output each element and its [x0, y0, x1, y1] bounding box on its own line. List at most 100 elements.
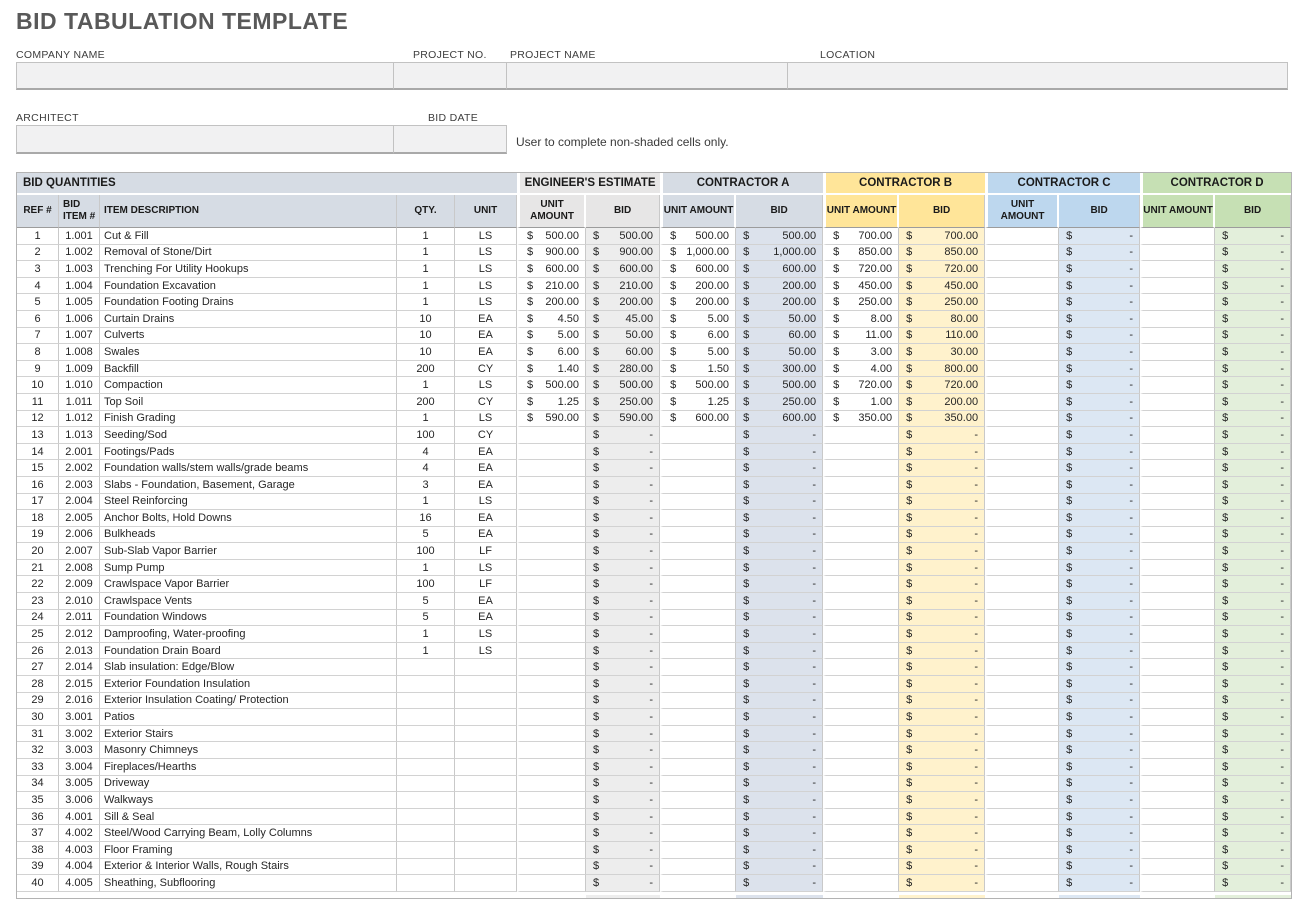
cc-unit-amount-cell[interactable]: [985, 726, 1059, 743]
ca-unit-amount-cell[interactable]: $5.00: [660, 344, 736, 361]
cd-unit-amount-cell[interactable]: [1140, 328, 1215, 345]
ca-unit-amount-cell[interactable]: $200.00: [660, 278, 736, 295]
cd-unit-amount-cell[interactable]: [1140, 693, 1215, 710]
ee-unit-amount-cell[interactable]: [517, 460, 586, 477]
ee-unit-amount-cell[interactable]: [517, 693, 586, 710]
ca-unit-amount-cell[interactable]: $600.00: [660, 261, 736, 278]
cd-unit-amount-cell[interactable]: [1140, 344, 1215, 361]
cd-unit-amount-cell[interactable]: [1140, 792, 1215, 809]
cb-unit-amount-cell[interactable]: [823, 527, 899, 544]
ca-unit-amount-cell[interactable]: [660, 859, 736, 876]
ee-unit-amount-cell[interactable]: [517, 593, 586, 610]
cd-unit-amount-cell[interactable]: [1140, 576, 1215, 593]
ca-unit-amount-cell[interactable]: [660, 427, 736, 444]
cc-unit-amount-cell[interactable]: [985, 328, 1059, 345]
ee-unit-amount-cell[interactable]: $500.00: [517, 228, 586, 245]
ee-unit-amount-cell[interactable]: $500.00: [517, 377, 586, 394]
ca-unit-amount-cell[interactable]: [660, 527, 736, 544]
cb-unit-amount-cell[interactable]: [823, 709, 899, 726]
ee-unit-amount-cell[interactable]: $600.00: [517, 261, 586, 278]
ca-unit-amount-cell[interactable]: $1,000.00: [660, 245, 736, 262]
ee-unit-amount-cell[interactable]: [517, 610, 586, 627]
cb-unit-amount-cell[interactable]: $1.00: [823, 394, 899, 411]
cd-unit-amount-cell[interactable]: [1140, 643, 1215, 660]
cc-unit-amount-cell[interactable]: [985, 643, 1059, 660]
ca-unit-amount-cell[interactable]: [660, 709, 736, 726]
company-name-input[interactable]: [16, 62, 394, 90]
cd-unit-amount-cell[interactable]: [1140, 742, 1215, 759]
ee-unit-amount-cell[interactable]: $6.00: [517, 344, 586, 361]
cd-unit-amount-cell[interactable]: [1140, 494, 1215, 511]
ee-unit-amount-cell[interactable]: [517, 842, 586, 859]
cd-unit-amount-cell[interactable]: [1140, 527, 1215, 544]
cc-unit-amount-cell[interactable]: [985, 792, 1059, 809]
cc-unit-amount-cell[interactable]: [985, 809, 1059, 826]
cc-unit-amount-cell[interactable]: [985, 311, 1059, 328]
cd-unit-amount-cell[interactable]: [1140, 626, 1215, 643]
ee-unit-amount-cell[interactable]: [517, 825, 586, 842]
ee-unit-amount-cell[interactable]: [517, 576, 586, 593]
cd-unit-amount-cell[interactable]: [1140, 659, 1215, 676]
ca-unit-amount-cell[interactable]: [660, 693, 736, 710]
cd-unit-amount-cell[interactable]: [1140, 759, 1215, 776]
ee-unit-amount-cell[interactable]: $200.00: [517, 294, 586, 311]
cc-unit-amount-cell[interactable]: [985, 626, 1059, 643]
bid-date-input[interactable]: [393, 125, 507, 154]
cc-unit-amount-cell[interactable]: [985, 394, 1059, 411]
cb-unit-amount-cell[interactable]: $850.00: [823, 245, 899, 262]
cc-unit-amount-cell[interactable]: [985, 278, 1059, 295]
ee-unit-amount-cell[interactable]: [517, 726, 586, 743]
cd-unit-amount-cell[interactable]: [1140, 510, 1215, 527]
cc-unit-amount-cell[interactable]: [985, 842, 1059, 859]
ca-unit-amount-cell[interactable]: [660, 809, 736, 826]
cd-unit-amount-cell[interactable]: [1140, 394, 1215, 411]
ee-unit-amount-cell[interactable]: [517, 659, 586, 676]
cb-unit-amount-cell[interactable]: [823, 776, 899, 793]
cd-unit-amount-cell[interactable]: [1140, 311, 1215, 328]
ca-unit-amount-cell[interactable]: $1.25: [660, 394, 736, 411]
cb-unit-amount-cell[interactable]: [823, 626, 899, 643]
ca-unit-amount-cell[interactable]: [660, 676, 736, 693]
ee-unit-amount-cell[interactable]: [517, 742, 586, 759]
ca-unit-amount-cell[interactable]: [660, 444, 736, 461]
ca-unit-amount-cell[interactable]: [660, 742, 736, 759]
cc-unit-amount-cell[interactable]: [985, 693, 1059, 710]
cb-unit-amount-cell[interactable]: [823, 759, 899, 776]
cb-unit-amount-cell[interactable]: $350.00: [823, 411, 899, 428]
cc-unit-amount-cell[interactable]: [985, 659, 1059, 676]
cb-unit-amount-cell[interactable]: $250.00: [823, 294, 899, 311]
cd-unit-amount-cell[interactable]: [1140, 278, 1215, 295]
ca-unit-amount-cell[interactable]: [660, 626, 736, 643]
cd-unit-amount-cell[interactable]: [1140, 560, 1215, 577]
cd-unit-amount-cell[interactable]: [1140, 294, 1215, 311]
cb-unit-amount-cell[interactable]: [823, 576, 899, 593]
ca-unit-amount-cell[interactable]: $600.00: [660, 411, 736, 428]
cc-unit-amount-cell[interactable]: [985, 825, 1059, 842]
ee-unit-amount-cell[interactable]: $900.00: [517, 245, 586, 262]
cd-unit-amount-cell[interactable]: [1140, 444, 1215, 461]
ca-unit-amount-cell[interactable]: $200.00: [660, 294, 736, 311]
ee-unit-amount-cell[interactable]: [517, 477, 586, 494]
cb-unit-amount-cell[interactable]: [823, 593, 899, 610]
ee-unit-amount-cell[interactable]: [517, 809, 586, 826]
cb-unit-amount-cell[interactable]: $720.00: [823, 377, 899, 394]
ee-unit-amount-cell[interactable]: [517, 776, 586, 793]
ca-unit-amount-cell[interactable]: $5.00: [660, 311, 736, 328]
ee-unit-amount-cell[interactable]: [517, 543, 586, 560]
ca-unit-amount-cell[interactable]: [660, 477, 736, 494]
ee-unit-amount-cell[interactable]: $1.25: [517, 394, 586, 411]
ee-unit-amount-cell[interactable]: [517, 427, 586, 444]
ee-unit-amount-cell[interactable]: [517, 444, 586, 461]
ee-unit-amount-cell[interactable]: $5.00: [517, 328, 586, 345]
ee-unit-amount-cell[interactable]: $4.50: [517, 311, 586, 328]
ee-unit-amount-cell[interactable]: [517, 792, 586, 809]
project-name-input[interactable]: [506, 62, 788, 90]
cc-unit-amount-cell[interactable]: [985, 742, 1059, 759]
project-no-input[interactable]: [393, 62, 507, 90]
ee-unit-amount-cell[interactable]: [517, 676, 586, 693]
cb-unit-amount-cell[interactable]: [823, 726, 899, 743]
ca-unit-amount-cell[interactable]: $500.00: [660, 377, 736, 394]
cc-unit-amount-cell[interactable]: [985, 245, 1059, 262]
cd-unit-amount-cell[interactable]: [1140, 427, 1215, 444]
cc-unit-amount-cell[interactable]: [985, 709, 1059, 726]
